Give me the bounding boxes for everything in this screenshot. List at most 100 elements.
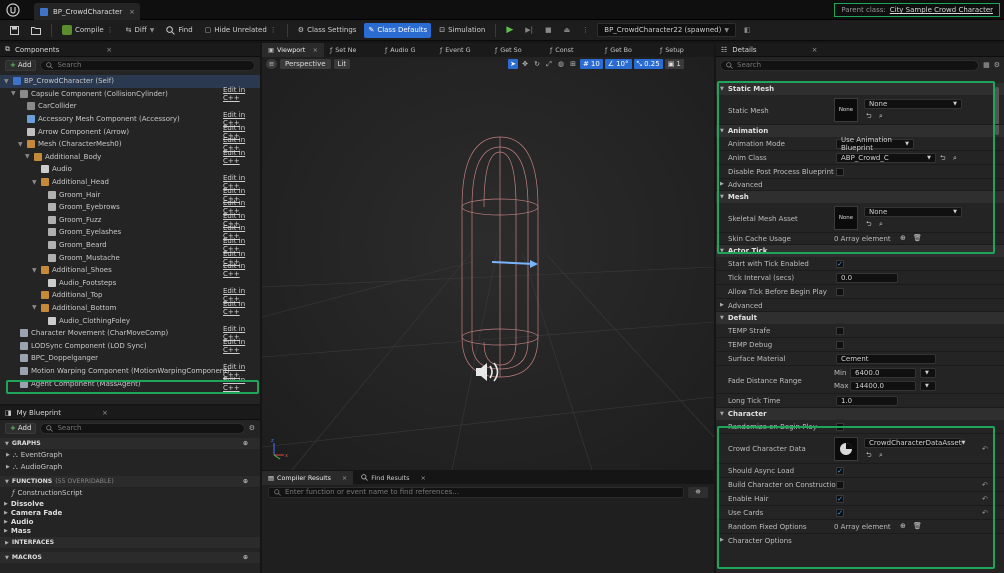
details-search[interactable]: Search: [720, 59, 980, 71]
class-settings-button[interactable]: ⚙ Class Settings: [294, 23, 361, 38]
component-item[interactable]: ▼ Additional_Body Edit in C++: [0, 149, 260, 165]
component-item[interactable]: Audio: [0, 163, 260, 176]
component-item[interactable]: Accessory Mesh Component (Accessory) Edit…: [0, 111, 260, 127]
component-item[interactable]: Groom_Beard Edit in C++: [0, 237, 260, 253]
component-item[interactable]: Audio_ClothingFoley: [0, 314, 260, 327]
document-tab[interactable]: BP_CrowdCharacter ×: [34, 3, 140, 20]
save-button[interactable]: [6, 23, 23, 38]
play-options-button[interactable]: ⋮: [578, 23, 593, 38]
close-icon[interactable]: ×: [129, 8, 135, 16]
tab-find-results[interactable]: Find Results ×: [355, 471, 432, 485]
function-category-item[interactable]: ▶ Mass: [0, 526, 260, 535]
fade-min-input[interactable]: 6400.0: [850, 368, 916, 378]
simulation-button[interactable]: ⊡ Simulation: [435, 23, 489, 38]
stop-button[interactable]: ■: [541, 23, 556, 38]
add-circle-icon[interactable]: ⊕: [243, 440, 248, 447]
component-item[interactable]: Arrow Component (Arrow) Edit in C++: [0, 124, 260, 140]
close-icon[interactable]: ×: [106, 46, 112, 54]
temp-strafe-checkbox[interactable]: [836, 327, 844, 335]
graph-tab[interactable]: ƒ Setup: [654, 43, 709, 57]
fade-min-dropdown[interactable]: ▼: [920, 368, 936, 378]
component-item[interactable]: ▼ Additional_Bottom Edit in C++: [0, 300, 260, 316]
component-item[interactable]: ▼ Capsule Component (CollisionCylinder) Ed…: [0, 86, 260, 102]
graph-tab[interactable]: ƒ Const: [544, 43, 599, 57]
function-category-item[interactable]: ▶ Dissolve: [0, 499, 260, 508]
component-item[interactable]: Groom_Mustache Edit in C++: [0, 250, 260, 266]
actor-tick-advanced-row[interactable]: ▶ Advanced: [716, 299, 1004, 312]
surface-snap-button[interactable]: ⊞: [568, 59, 578, 69]
fade-max-dropdown[interactable]: ▼: [920, 381, 936, 391]
rotate-mode-button[interactable]: ↻: [532, 59, 542, 69]
add-circle-icon[interactable]: ⊕: [243, 554, 248, 561]
scale-mode-button[interactable]: ⤢: [544, 59, 554, 69]
grid-snap-button[interactable]: #10: [580, 59, 603, 69]
component-item[interactable]: ▼ Additional_Shoes Edit in C++: [0, 262, 260, 278]
component-item[interactable]: Motion Warping Component (MotionWarpingC…: [0, 363, 260, 379]
find-button[interactable]: Find: [162, 23, 196, 38]
gear-icon[interactable]: ⚙: [994, 61, 1000, 69]
debug-object-dropdown[interactable]: BP_CrowdCharacter22 (spawned) ▼: [597, 23, 736, 37]
character-section[interactable]: ▼ Character: [716, 408, 1004, 420]
rotation-snap-button[interactable]: ∠ 10°: [604, 59, 632, 69]
world-local-button[interactable]: ◍: [556, 59, 566, 69]
fade-max-input[interactable]: 14400.0: [850, 381, 916, 391]
chevron-down-icon[interactable]: ▼: [18, 141, 24, 148]
property-matrix-icon[interactable]: ▦: [983, 61, 990, 69]
chevron-down-icon[interactable]: ▼: [25, 153, 31, 160]
component-item[interactable]: CarCollider: [0, 100, 260, 113]
component-item[interactable]: Character Movement (CharMoveComp) Edit in…: [0, 325, 260, 341]
find-in-all-button[interactable]: ⛯: [688, 486, 708, 498]
compile-button[interactable]: Compile ⋮: [58, 23, 118, 38]
component-item[interactable]: ▼ Mesh (CharacterMesh0) Edit in C++: [0, 136, 260, 152]
find-references-input[interactable]: Enter function or event name to find ref…: [268, 486, 684, 498]
function-item[interactable]: ƒ ConstructionScript: [0, 487, 260, 499]
select-mode-button[interactable]: ➤: [508, 59, 518, 69]
functions-category[interactable]: ▼ FUNCTIONS (55 OVERRIDABLE) ⊕: [0, 476, 260, 487]
debug-browse-button[interactable]: ◧: [740, 23, 755, 38]
graph-item[interactable]: ▶ ⛬ AudioGraph: [0, 461, 260, 473]
chevron-down-icon[interactable]: ▼: [32, 179, 38, 186]
chevron-down-icon[interactable]: ▼: [32, 304, 38, 311]
components-search[interactable]: Search: [40, 59, 255, 71]
chevron-down-icon[interactable]: ▼: [32, 267, 38, 274]
close-icon[interactable]: ×: [342, 474, 347, 482]
component-item[interactable]: Groom_Fuzz Edit in C++: [0, 212, 260, 228]
graph-tab[interactable]: ƒ Audio G: [379, 43, 434, 57]
browse-button[interactable]: [27, 23, 45, 38]
camera-speed-button[interactable]: ▣ 1: [664, 59, 684, 69]
component-item[interactable]: Groom_Eyelashes Edit in C++: [0, 224, 260, 240]
component-item[interactable]: LODSync Component (LOD Sync) Edit in C++: [0, 338, 260, 354]
add-member-button[interactable]: + Add: [5, 422, 37, 434]
close-icon[interactable]: ×: [313, 46, 318, 54]
scale-snap-button[interactable]: ⤡ 0.25: [633, 59, 663, 69]
component-item[interactable]: ▼ BP_CrowdCharacter (Self): [0, 75, 260, 88]
component-item[interactable]: Audio_Footsteps: [0, 277, 260, 290]
viewport[interactable]: z x ≡ Perspective Lit ➤ ✥ ↻ ⤢ ◍ ⊞ #10 ∠ 1…: [262, 57, 714, 470]
graph-tab[interactable]: ƒ Event G: [434, 43, 489, 57]
chevron-down-icon[interactable]: ▼: [4, 78, 10, 85]
close-icon[interactable]: ×: [812, 46, 818, 54]
component-item[interactable]: Groom_Eyebrows Edit in C++: [0, 199, 260, 215]
blueprint-search[interactable]: Search: [40, 422, 245, 434]
chevron-down-icon[interactable]: ▼: [11, 90, 17, 97]
macros-category[interactable]: ▼ MACROS ⊕: [0, 552, 260, 563]
component-item[interactable]: ▼ Additional_Head Edit in C++: [0, 174, 260, 190]
temp-debug-checkbox[interactable]: [836, 341, 844, 349]
graph-tab[interactable]: ƒ Get Bo: [599, 43, 654, 57]
start-tick-checkbox[interactable]: ✓: [836, 260, 844, 268]
allow-tick-checkbox[interactable]: [836, 288, 844, 296]
graph-tab[interactable]: ƒ Get So: [489, 43, 544, 57]
long-tick-input[interactable]: 1.0: [836, 396, 898, 406]
default-section[interactable]: ▼ Default: [716, 312, 1004, 324]
translate-mode-button[interactable]: ✥: [520, 59, 530, 69]
component-item[interactable]: Groom_Hair Edit in C++: [0, 187, 260, 203]
function-category-item[interactable]: ▶ Audio: [0, 517, 260, 526]
graph-item[interactable]: ▶ ⛬ EventGraph: [0, 449, 260, 461]
perspective-button[interactable]: Perspective: [280, 59, 331, 69]
gear-icon[interactable]: ⚙: [249, 424, 255, 432]
parent-class-link[interactable]: City Sample Crowd Character: [890, 6, 993, 14]
component-item[interactable]: Additional_Top Edit in C++: [0, 287, 260, 303]
graph-tab[interactable]: ƒ Set Ne: [324, 43, 379, 57]
add-circle-icon[interactable]: ⊕: [243, 478, 248, 485]
tab-compiler-results[interactable]: ▤ Compiler Results ×: [262, 470, 354, 485]
